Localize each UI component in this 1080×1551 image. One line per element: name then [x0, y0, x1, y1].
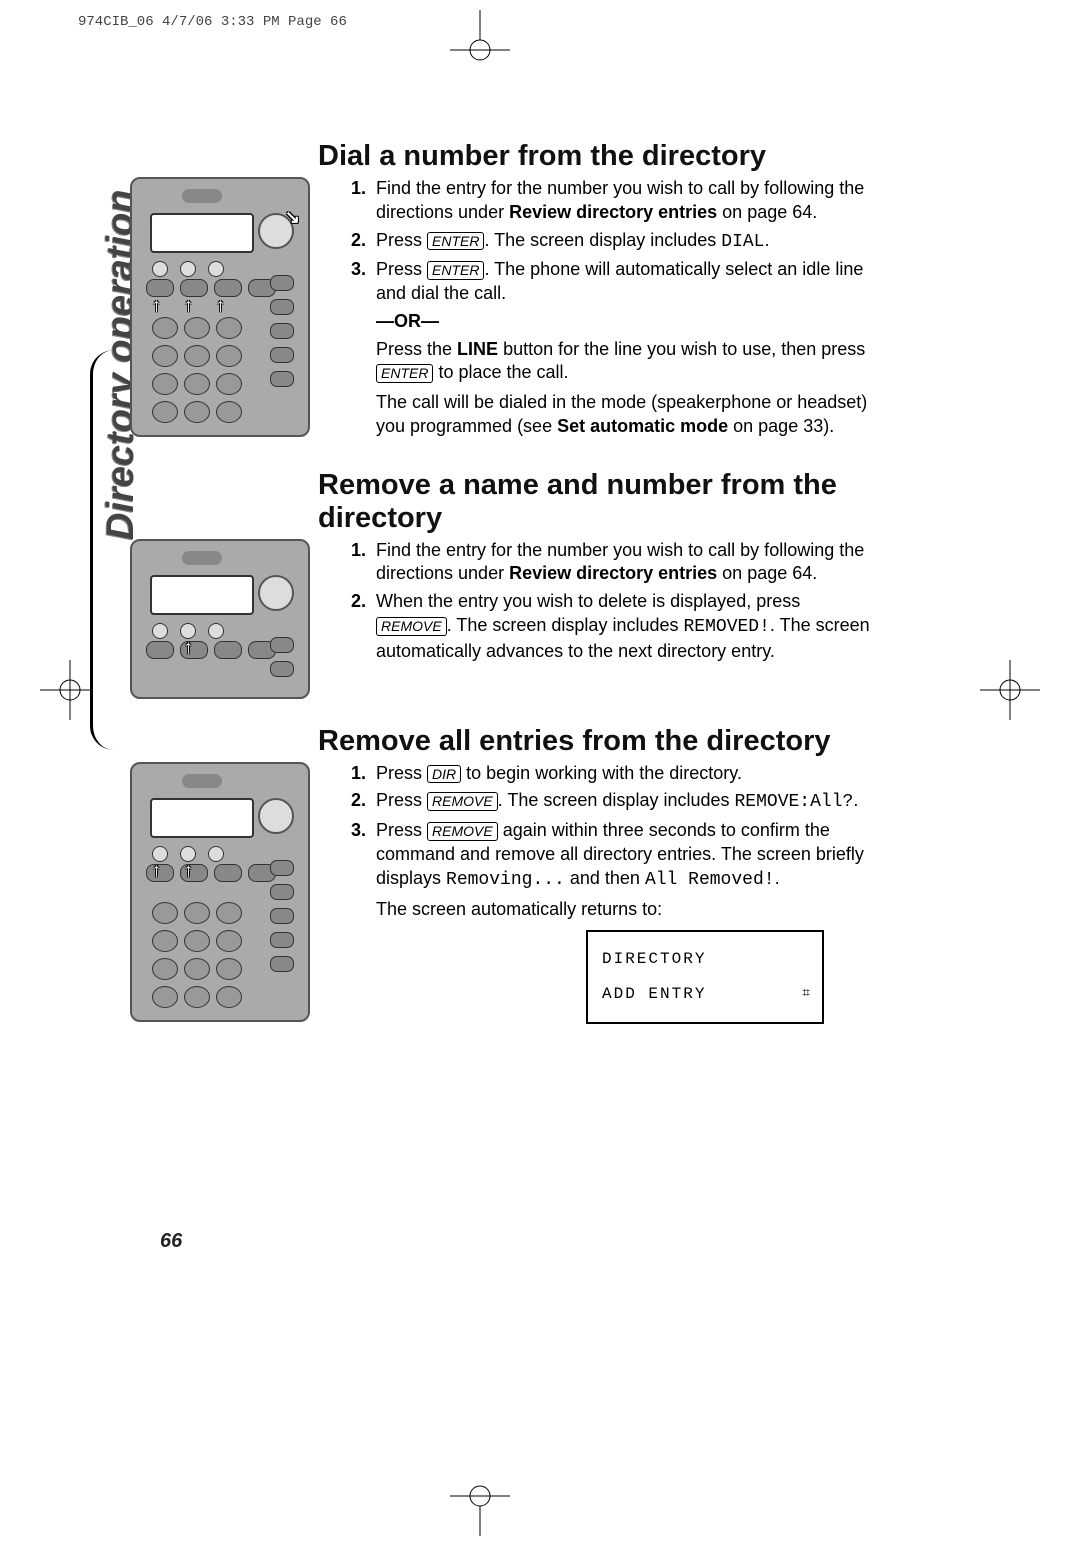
dir-button-label: DIR	[427, 765, 461, 784]
lcd-line-2: ADD ENTRY	[602, 977, 706, 1012]
up-arrow-icon: ↑	[152, 295, 161, 316]
step-text: When the entry you wish to delete is dis…	[376, 590, 870, 663]
step-text: Press REMOVE. The screen display include…	[376, 789, 870, 815]
phone-illustration: ↑	[130, 539, 310, 699]
remove-button-label: REMOVE	[427, 792, 498, 811]
section-dial-from-directory: Dial a number from the directory ↑	[130, 140, 870, 443]
enter-button-label: ENTER	[376, 364, 433, 383]
phonebook-icon: ⌗	[802, 979, 812, 1010]
lcd-line-1: DIRECTORY	[602, 942, 812, 977]
up-arrow-icon: ↑	[152, 860, 161, 881]
step-number: 2.	[328, 789, 366, 815]
up-arrow-icon: ↑	[216, 295, 225, 316]
section-title: Remove all entries from the directory	[318, 725, 870, 758]
step-number: 1.	[328, 177, 366, 225]
step-text: Press ENTER. The phone will automaticall…	[376, 258, 870, 438]
section-remove-all-entries: Remove all entries from the directory	[130, 725, 870, 1029]
registration-mark-right	[980, 660, 1040, 725]
step-number: 2.	[328, 590, 366, 663]
enter-button-label: ENTER	[427, 261, 484, 280]
step-number: 1.	[328, 762, 366, 786]
section-title: Dial a number from the directory	[318, 140, 870, 173]
page-number: 66	[160, 1230, 182, 1253]
step-number: 1.	[328, 539, 366, 587]
registration-mark-top	[420, 10, 540, 75]
enter-button-label: ENTER	[427, 232, 484, 251]
section-remove-name-number: Remove a name and number from the direct…	[130, 469, 870, 699]
print-job-header: 974CIB_06 4/7/06 3:33 PM Page 66	[78, 14, 347, 30]
step-number: 2.	[328, 229, 366, 255]
step-text: Press ENTER. The screen display includes…	[376, 229, 870, 255]
phone-illustration: ↑ ↑ ↑ ↘	[130, 177, 310, 437]
remove-button-label: REMOVE	[376, 617, 447, 636]
phone-illustration: ↑ ↑	[130, 762, 310, 1022]
step-text: Find the entry for the number you wish t…	[376, 177, 870, 225]
step-number: 3.	[328, 819, 366, 1024]
step-text: Press REMOVE again within three seconds …	[376, 819, 870, 1024]
section-title: Remove a name and number from the direct…	[318, 469, 870, 535]
up-arrow-icon: ↑	[184, 860, 193, 881]
step-text: Find the entry for the number you wish t…	[376, 539, 870, 587]
step-number: 3.	[328, 258, 366, 438]
step-text: Press DIR to begin working with the dire…	[376, 762, 870, 786]
registration-mark-bottom	[420, 1476, 540, 1541]
up-arrow-icon: ↑	[184, 637, 193, 658]
remove-button-label: REMOVE	[427, 822, 498, 841]
lcd-screen-example: DIRECTORY ADD ENTRY ⌗	[586, 930, 824, 1024]
up-arrow-icon: ↑	[184, 295, 193, 316]
diagonal-arrow-icon: ↘	[285, 207, 300, 228]
or-separator: —OR—	[376, 310, 870, 334]
